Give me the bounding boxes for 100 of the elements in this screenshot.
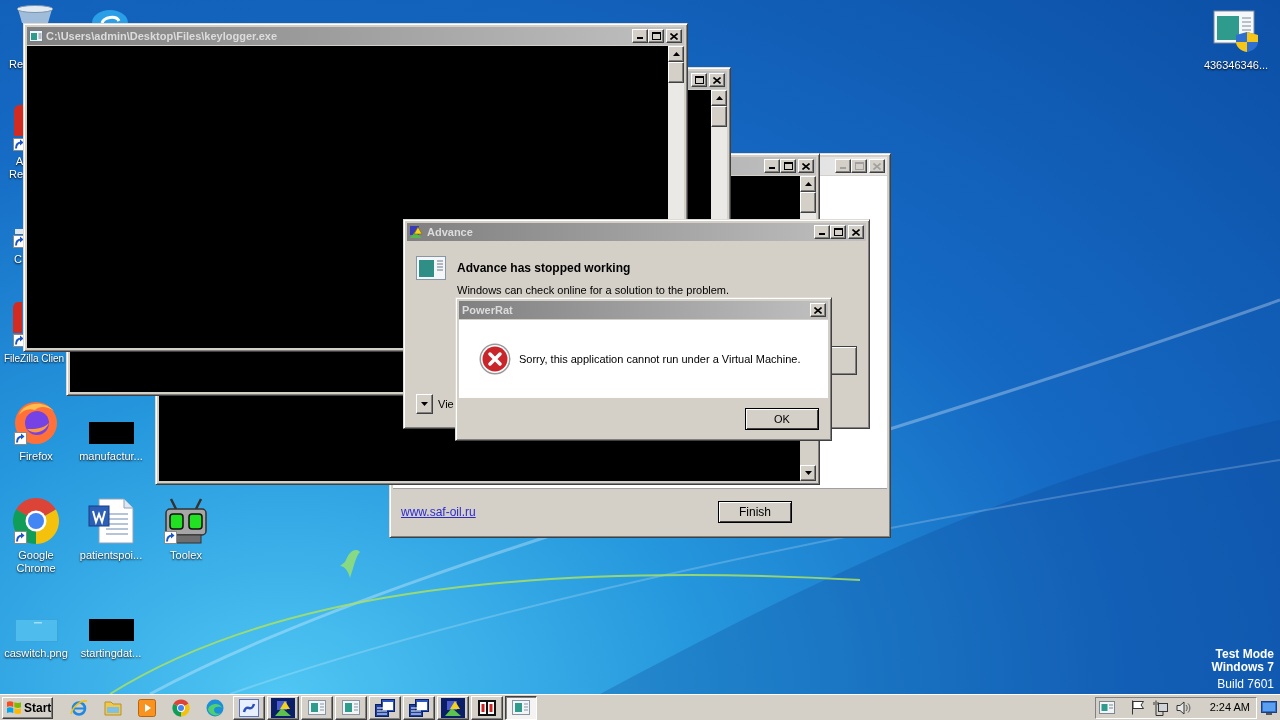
leaf-icon (340, 548, 360, 578)
stacked-windows-icon (409, 698, 429, 717)
icon-label: Toolex (170, 549, 202, 562)
error-message: Sorry, this application cannot run under a Virtual Machine. (519, 352, 801, 366)
window-icon (342, 700, 360, 715)
scroll-up-button[interactable] (711, 90, 727, 106)
scrollbar[interactable] (668, 46, 684, 219)
clock[interactable]: 2:24 AM (1209, 701, 1250, 714)
scroll-up-button[interactable] (800, 176, 816, 192)
robot-icon[interactable] (162, 497, 210, 545)
error-heading: Advance has stopped working (457, 261, 632, 275)
app-icon (478, 699, 496, 716)
image-thumbnail-icon[interactable] (88, 422, 134, 444)
close-button[interactable] (810, 303, 826, 317)
caret-up-icon (672, 52, 680, 56)
icon-label: startingdat... (80, 647, 142, 660)
icon-label: C (14, 253, 22, 266)
finish-button[interactable]: Finish (718, 500, 792, 523)
system-info-text: Build 7601 (1217, 678, 1274, 691)
document-icon[interactable] (88, 498, 134, 544)
scrollbar[interactable] (711, 90, 727, 219)
maximize-button[interactable] (830, 225, 846, 239)
window-icon (29, 30, 43, 42)
details-label[interactable]: Vie (438, 397, 454, 411)
folder-icon (104, 699, 122, 716)
close-button[interactable] (869, 159, 885, 173)
browser-icon[interactable] (12, 497, 60, 545)
icon-label: Re (9, 58, 24, 71)
window-title: Advance (427, 225, 473, 239)
window-icon (308, 700, 326, 715)
play-icon (138, 698, 156, 717)
system-info-text: Windows 7 (1211, 661, 1274, 674)
show-desktop-button[interactable] (1261, 699, 1277, 716)
maximize-button[interactable] (648, 29, 664, 43)
icon-label: caswitch.png (4, 647, 68, 660)
icon-label: Firefox (19, 450, 53, 463)
minimize-button[interactable] (814, 225, 830, 239)
close-icon (670, 32, 678, 40)
close-button[interactable] (709, 73, 725, 87)
close-button[interactable] (666, 29, 682, 43)
taskbar-button[interactable] (505, 695, 537, 720)
app-icon (271, 697, 295, 718)
icon-label: 436346346... (1203, 59, 1269, 72)
icon-label: Google Chrome (15, 549, 57, 575)
maximize-button[interactable] (780, 159, 796, 173)
caret-up-icon (804, 182, 812, 186)
minimize-button[interactable] (764, 159, 780, 173)
icon-label: FileZilla Clien (4, 352, 64, 365)
app-icon (441, 697, 465, 718)
close-icon (802, 162, 810, 170)
maximize-button[interactable] (851, 159, 867, 173)
website-link[interactable]: www.saf-oil.ru (401, 504, 476, 519)
browser-icon (206, 698, 224, 717)
scroll-thumb[interactable] (668, 62, 684, 83)
minimize-icon (840, 167, 846, 169)
scroll-thumb[interactable] (800, 192, 816, 213)
start-button[interactable]: Start (2, 696, 53, 719)
app-icon (409, 225, 423, 239)
maximize-button[interactable] (691, 73, 707, 87)
close-icon (852, 228, 860, 236)
scroll-down-button[interactable] (800, 465, 816, 481)
close-icon (814, 306, 822, 314)
maximize-icon (783, 162, 793, 170)
browser-icon[interactable] (13, 399, 59, 445)
recycle-bin-icon[interactable] (15, 5, 55, 23)
windows-logo-icon (6, 700, 22, 715)
scroll-thumb[interactable] (711, 106, 727, 127)
scroll-up-button[interactable] (668, 46, 684, 62)
minimize-button[interactable] (835, 159, 851, 173)
details-toggle-button[interactable] (416, 394, 433, 414)
window-title: PowerRat (462, 303, 513, 317)
close-button[interactable] (798, 159, 814, 173)
close-icon (713, 76, 721, 84)
ok-button[interactable]: OK (745, 408, 819, 430)
stacked-windows-icon (375, 698, 395, 717)
maximize-icon (651, 32, 661, 40)
maximize-icon (833, 228, 843, 236)
minimize-icon (769, 167, 775, 169)
network-icon[interactable] (1152, 699, 1168, 716)
caret-up-icon (715, 96, 723, 100)
window-icon (512, 700, 530, 715)
maximize-icon (854, 162, 864, 170)
speaker-icon[interactable] (1175, 700, 1191, 715)
image-thumbnail-icon[interactable] (14, 618, 58, 642)
minimize-button[interactable] (632, 29, 648, 43)
minimize-icon (637, 37, 643, 39)
window-icon[interactable] (1098, 701, 1115, 714)
error-icon (479, 343, 511, 375)
dialog-button[interactable] (832, 346, 857, 375)
image-thumbnail-icon[interactable] (88, 619, 134, 641)
window-shield-icon[interactable] (1213, 10, 1259, 52)
scrollbar[interactable] (800, 176, 816, 219)
close-button[interactable] (848, 225, 864, 239)
icon-label: patientspoi... (79, 549, 143, 562)
browser-icon (70, 698, 88, 717)
flag-icon[interactable] (1130, 700, 1145, 715)
system-info-text: Test Mode (1215, 648, 1274, 661)
app-icon (239, 698, 259, 717)
maximize-icon (694, 76, 704, 84)
monitor-icon (1261, 700, 1277, 715)
